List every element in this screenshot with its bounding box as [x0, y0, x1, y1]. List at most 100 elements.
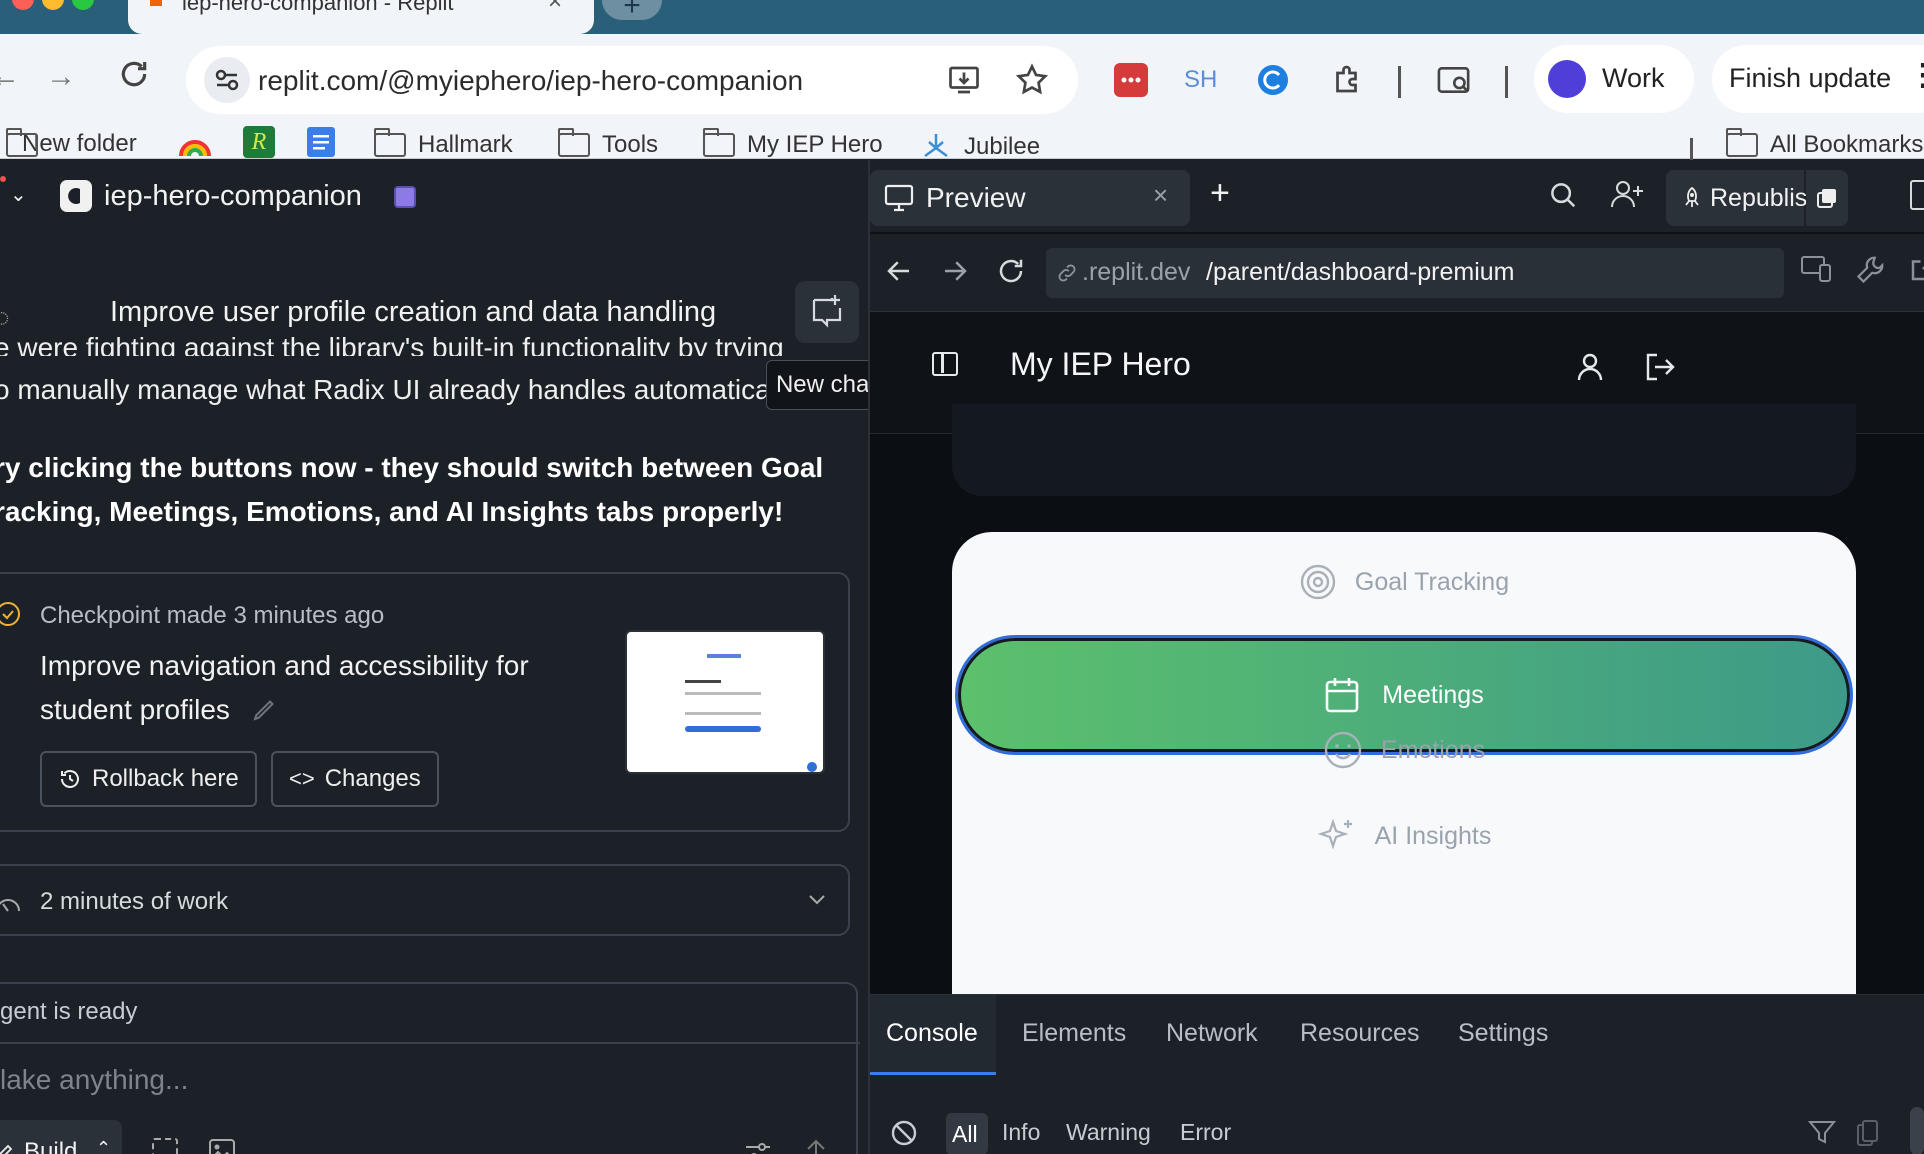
rollback-label: Rollback here: [92, 765, 239, 792]
reload-icon[interactable]: [118, 58, 150, 90]
devtools-tab-resources[interactable]: Resources: [1300, 1019, 1420, 1048]
finish-update-button[interactable]: Finish update: [1712, 45, 1924, 113]
wrench-icon[interactable]: [1856, 254, 1886, 284]
project-name[interactable]: iep-hero-companion: [104, 180, 362, 213]
checkpoint-thumbnail[interactable]: [625, 630, 825, 774]
minimize-window-icon[interactable]: [42, 0, 64, 10]
bookmark-tools[interactable]: Tools: [558, 128, 659, 159]
send-arrow-icon[interactable]: [804, 1138, 828, 1154]
forward-icon[interactable]: [940, 256, 970, 286]
app-title: My IEP Hero: [1010, 346, 1191, 382]
funnel-filter-icon[interactable]: [1808, 1119, 1836, 1145]
checkpoint-title: Improve navigation and accessibility for: [40, 650, 529, 681]
new-chat-button[interactable]: [795, 281, 859, 343]
close-tab-icon[interactable]: ×: [548, 0, 562, 16]
site-settings-icon[interactable]: [204, 57, 250, 103]
target-icon: [1300, 564, 1336, 600]
extension-dots-icon[interactable]: [1114, 63, 1148, 97]
bookmark-hallmark[interactable]: Hallmark: [374, 128, 513, 159]
bookmark-all[interactable]: All Bookmarks: [1726, 128, 1924, 159]
sidebar-toggle-icon[interactable]: [932, 352, 958, 376]
agent-status: gent is ready: [0, 998, 138, 1025]
preview-address-bar: .replit.dev /parent/dashboard-premium: [870, 234, 1924, 312]
prompt-input[interactable]: lake anything...: [0, 1064, 188, 1096]
reload-icon[interactable]: [996, 256, 1026, 286]
forward-icon[interactable]: →: [46, 62, 76, 92]
agent-composer: gent is ready lake anything... Build ⌃: [0, 982, 860, 1154]
user-profile-icon[interactable]: [1576, 352, 1604, 382]
rollback-here-button[interactable]: Rollback here: [40, 751, 257, 807]
copy-logs-icon[interactable]: [1856, 1119, 1880, 1147]
select-region-icon[interactable]: [152, 1138, 178, 1154]
filter-all[interactable]: All: [946, 1113, 988, 1154]
devtools-scrollbar[interactable]: [1910, 1107, 1924, 1154]
devtools-tab-settings[interactable]: Settings: [1458, 1019, 1548, 1048]
extension-grammar-icon[interactable]: [1256, 63, 1290, 97]
edit-pencil-icon[interactable]: [250, 694, 280, 724]
filter-info[interactable]: Info: [1002, 1119, 1040, 1146]
settings-sliders-icon[interactable]: [744, 1140, 772, 1154]
work-duration: 2 minutes of work: [40, 888, 229, 915]
panel-toggle-icon[interactable]: [1910, 180, 1924, 210]
preview-tab[interactable]: Preview ×: [870, 170, 1190, 226]
checkpoint-title: student profiles: [40, 694, 230, 725]
bookmark-label: Tools: [602, 131, 659, 158]
republish-options-button[interactable]: [1806, 170, 1848, 226]
monitor-icon: [884, 184, 914, 212]
back-icon[interactable]: [884, 256, 914, 286]
devtools-tab-label: Console: [886, 1019, 978, 1047]
bookmark-label: Jubilee: [964, 133, 1041, 160]
bookmark-docs[interactable]: [305, 126, 337, 158]
zoom-window-icon[interactable]: [72, 0, 94, 10]
logout-icon[interactable]: [1644, 352, 1676, 382]
profile-button[interactable]: Work: [1534, 45, 1694, 113]
folder-icon: [558, 128, 590, 157]
bookmark-my-iep-hero[interactable]: My IEP Hero: [703, 128, 883, 159]
tab-ai-insights[interactable]: AI Insights: [952, 786, 1856, 886]
address-bar[interactable]: replit.com/@myiephero/iep-hero-companion: [186, 46, 1078, 114]
browser-tab-active[interactable]: iep-hero-companion - Replit ×: [128, 0, 594, 34]
image-upload-icon[interactable]: [208, 1138, 236, 1154]
device-view-icon[interactable]: [1800, 254, 1832, 284]
changes-button[interactable]: <> Changes: [271, 751, 439, 807]
close-window-icon[interactable]: [12, 0, 34, 10]
preview-toolbar: Preview × + Republish: [870, 160, 1924, 232]
preview-url-input[interactable]: .replit.dev /parent/dashboard-premium: [1046, 248, 1784, 298]
extensions-puzzle-icon[interactable]: [1330, 61, 1364, 95]
extension-sh-icon[interactable]: SH: [1184, 63, 1218, 97]
chevron-down-icon[interactable]: ⌄: [10, 182, 27, 207]
chevron-down-icon[interactable]: [806, 888, 828, 910]
back-icon[interactable]: ←: [0, 62, 20, 92]
message-line-bold: ry clicking the buttons now - they shoul…: [0, 452, 824, 483]
tab-search-icon[interactable]: [1436, 62, 1470, 96]
devtools-tab-network[interactable]: Network: [1166, 1019, 1258, 1048]
new-tab-button[interactable]: +: [602, 0, 662, 22]
history-icon[interactable]: ◌: [0, 302, 9, 333]
browser-menu-icon[interactable]: ⋮: [1908, 58, 1924, 93]
open-new-window-icon[interactable]: [1908, 254, 1924, 284]
devtools-tab-console[interactable]: Console: [870, 995, 996, 1075]
bookmark-jubilee[interactable]: Jubilee: [920, 131, 1040, 163]
bookmark-r-app[interactable]: R: [243, 126, 275, 158]
install-app-icon[interactable]: [946, 62, 982, 98]
filter-warning[interactable]: Warning: [1066, 1119, 1151, 1146]
close-preview-icon[interactable]: ×: [1153, 180, 1168, 211]
preview-tab-label: Preview: [926, 182, 1026, 213]
new-chat-tooltip: New chat: [766, 360, 870, 410]
new-folder-icon: [6, 128, 38, 157]
tab-emotions[interactable]: Emotions: [952, 700, 1856, 800]
message-line: e were fighting against the library's bu…: [0, 332, 784, 356]
bookmark-rainbow[interactable]: [178, 126, 212, 158]
devtools-tab-elements[interactable]: Elements: [1022, 1019, 1126, 1048]
tab-goal-tracking[interactable]: Goal Tracking: [952, 532, 1856, 632]
bookmark-label: All Bookmarks: [1770, 131, 1924, 158]
filter-error[interactable]: Error: [1180, 1119, 1231, 1146]
invite-user-icon[interactable]: [1610, 178, 1644, 210]
search-icon[interactable]: [1548, 180, 1578, 210]
clear-console-icon[interactable]: [890, 1119, 918, 1147]
republish-button[interactable]: Republish: [1666, 170, 1821, 226]
build-label: Build: [24, 1138, 78, 1154]
add-tab-icon[interactable]: +: [1210, 174, 1230, 213]
bookmark-star-icon[interactable]: [1014, 62, 1050, 98]
build-mode-button[interactable]: Build ⌃: [0, 1120, 122, 1154]
